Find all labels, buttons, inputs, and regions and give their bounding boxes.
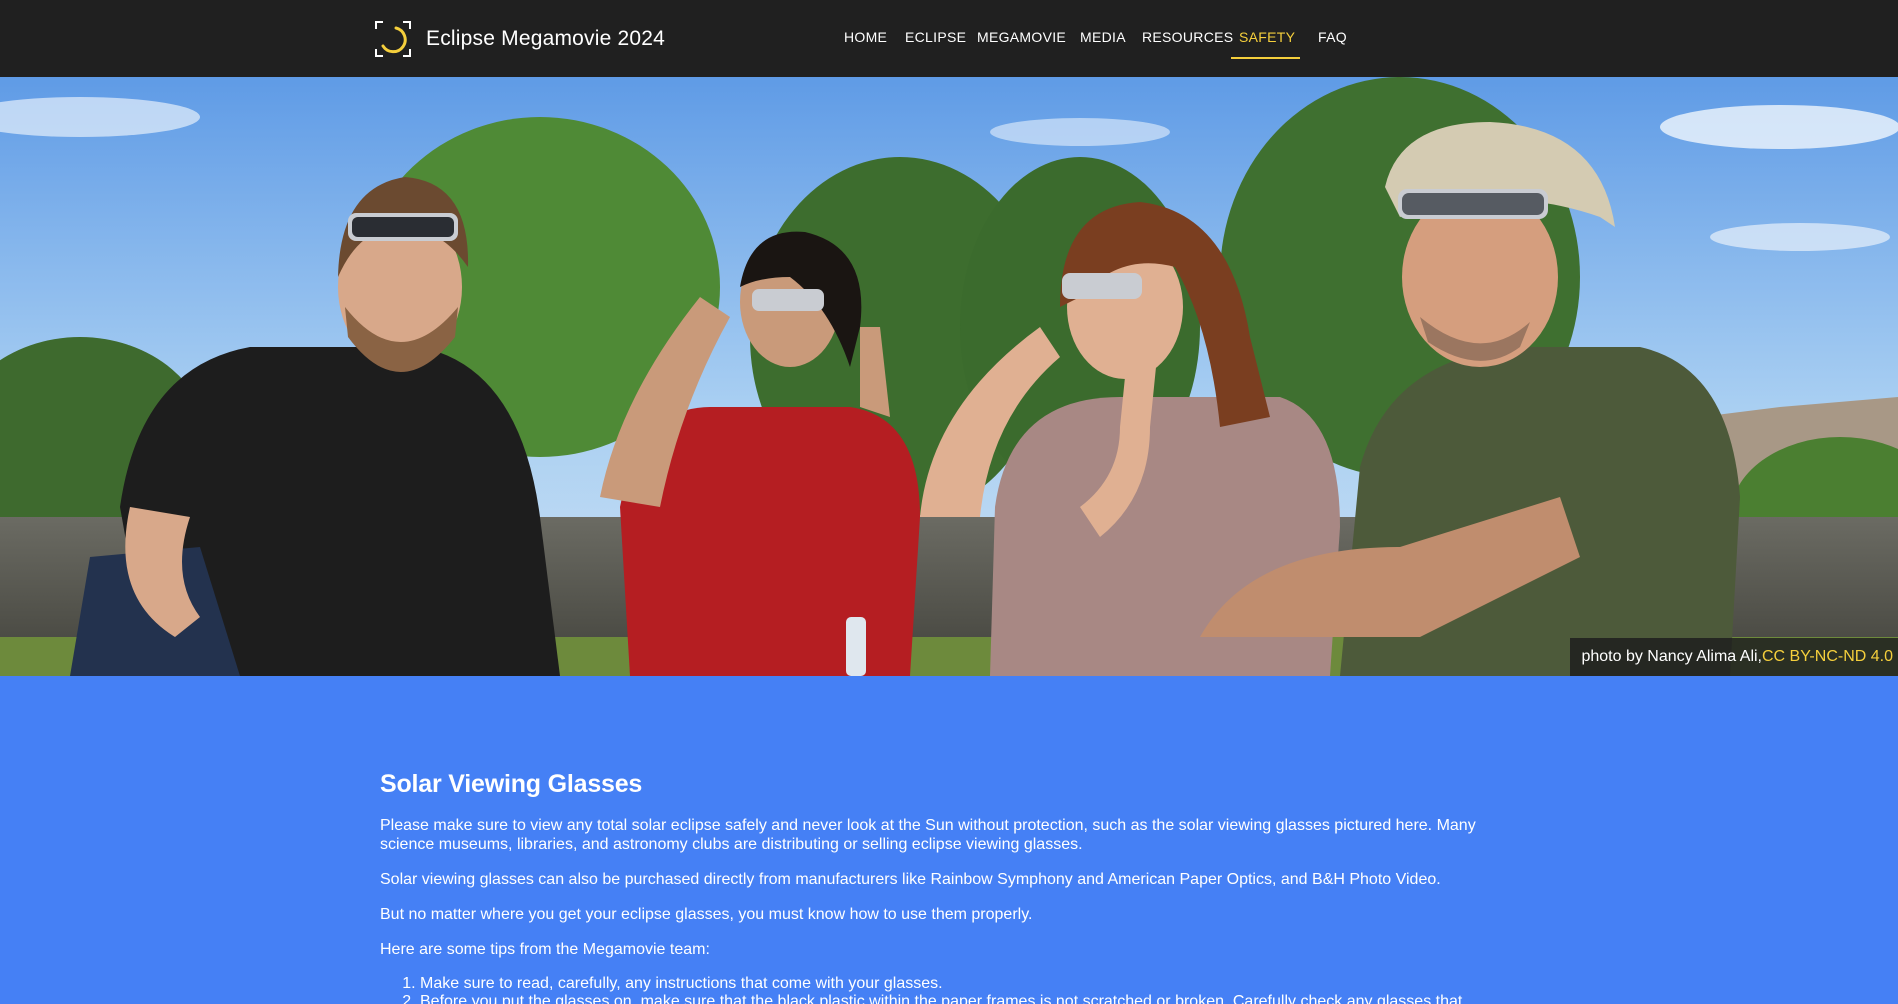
usage-paragraph: But no matter where you get your eclipse… — [380, 906, 1033, 923]
safety-content: Solar Viewing Glasses Please make sure t… — [380, 770, 1520, 1004]
hero-photo: photo by Nancy Alima Ali, CC BY-NC-ND 4.… — [0, 77, 1898, 676]
nav-safety[interactable]: SAFETY — [1239, 29, 1295, 45]
page-title: Solar Viewing Glasses — [380, 770, 643, 798]
photo-credit: photo by Nancy Alima Ali, CC BY-NC-ND 4.… — [1570, 638, 1898, 676]
intro-paragraph: Please make sure to view any total solar… — [380, 817, 1476, 853]
list-item: Make sure to read, carefully, any instru… — [420, 975, 1520, 993]
site-header: Eclipse Megamovie 2024 HOME ECLIPSE MEGA… — [0, 0, 1898, 77]
photo-credit-text: photo by Nancy Alima Ali, — [1581, 648, 1762, 665]
nav-active-indicator — [1231, 57, 1300, 59]
nav-megamovie[interactable]: MEGAMOVIE — [977, 29, 1066, 45]
hero-illustration — [0, 77, 1898, 676]
nav-eclipse[interactable]: ECLIPSE — [905, 29, 966, 45]
nav-resources[interactable]: RESOURCES — [1142, 29, 1233, 45]
nav-media[interactable]: MEDIA — [1080, 29, 1126, 45]
tips-intro: Here are some tips from the Megamovie te… — [380, 941, 710, 958]
nav-home[interactable]: HOME — [844, 29, 887, 45]
list-item: Before you put the glasses on, make sure… — [420, 993, 1520, 1004]
tips-list: Make sure to read, carefully, any instru… — [420, 975, 1520, 1004]
main-nav: HOME ECLIPSE MEGAMOVIE MEDIA RESOURCES S… — [0, 29, 1898, 59]
purchase-paragraph: Solar viewing glasses can also be purcha… — [380, 871, 1441, 888]
license-link[interactable]: CC BY-NC-ND 4.0 — [1762, 648, 1893, 666]
nav-faq[interactable]: FAQ — [1318, 29, 1347, 45]
